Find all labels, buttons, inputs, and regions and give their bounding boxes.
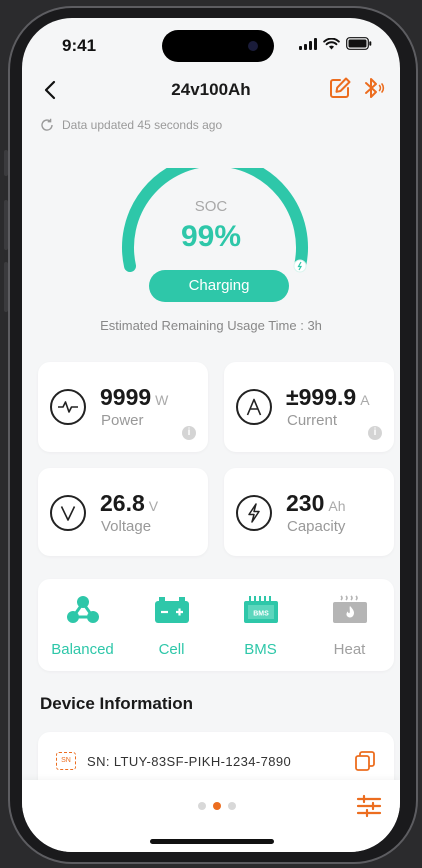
serial-number-icon: SN: [56, 752, 76, 770]
header: 24v100Ah: [22, 72, 400, 112]
page-dot[interactable]: [228, 802, 236, 810]
mute-switch: [4, 150, 8, 176]
current-icon: [236, 389, 272, 425]
page-indicator[interactable]: [198, 802, 236, 810]
serial-number-text: SN: LTUY-83SF-PIKH-1234-7890: [87, 754, 292, 769]
bluetooth-icon: [365, 78, 385, 98]
remaining-time-text: Estimated Remaining Usage Time : 3h: [100, 318, 322, 333]
current-value-row: ±999.9 A: [286, 384, 370, 411]
voltage-unit: V: [148, 498, 159, 514]
function-panel: Balanced Cell BMS BMS Heat: [38, 579, 394, 671]
device-info-title: Device Information: [40, 694, 194, 713]
func-cell-label: Cell: [158, 641, 185, 658]
status-bar: 9:41: [22, 18, 400, 72]
current-card[interactable]: ±999.9 A Current i: [224, 362, 394, 452]
bottom-bar: [22, 780, 400, 852]
capacity-card[interactable]: 230 Ah Capacity: [224, 468, 394, 556]
voltage-card[interactable]: 26.8 V Voltage: [38, 468, 208, 556]
voltage-value-row: 26.8 V: [100, 490, 158, 517]
dynamic-island: [162, 30, 274, 62]
home-indicator[interactable]: [150, 839, 274, 844]
svg-text:BMS: BMS: [253, 611, 269, 618]
power-card[interactable]: 9999 W Power i: [38, 362, 208, 452]
page-dot-active[interactable]: [213, 802, 221, 810]
func-bms[interactable]: BMS BMS: [216, 579, 305, 671]
capacity-icon: [236, 495, 272, 531]
bluetooth-button[interactable]: [362, 76, 386, 105]
data-updated-row: Data updated 45 seconds ago: [40, 118, 222, 132]
func-bms-label: BMS: [244, 641, 277, 658]
charging-status-badge: Charging: [149, 270, 289, 302]
signal-icon: [299, 37, 317, 50]
battery-icon: [346, 37, 372, 50]
status-time: 9:41: [62, 36, 97, 55]
voltage-value: 26.8: [100, 490, 145, 516]
copy-icon[interactable]: [354, 750, 376, 772]
heat-icon: [332, 595, 367, 623]
capacity-value-row: 230 Ah: [286, 490, 346, 517]
settings-sliders-icon[interactable]: [356, 794, 382, 818]
capacity-label: Capacity: [287, 518, 346, 535]
app-screen: 9:41 24v100Ah Data updated 45 seconds ag…: [22, 18, 400, 852]
capacity-value: 230: [286, 490, 325, 516]
voltage-label: Voltage: [101, 518, 152, 535]
power-icon: [50, 389, 86, 425]
func-cell[interactable]: Cell: [127, 579, 216, 671]
power-unit: W: [155, 392, 169, 408]
current-info-icon[interactable]: i: [368, 426, 382, 440]
current-label: Current: [287, 412, 338, 429]
power-value-row: 9999 W: [100, 384, 168, 411]
data-updated-text: Data updated 45 seconds ago: [62, 118, 223, 132]
balanced-icon: [66, 596, 99, 623]
bms-icon: BMS: [243, 596, 278, 623]
volume-down-button: [4, 262, 8, 312]
edit-button[interactable]: [328, 76, 352, 105]
func-heat-label: Heat: [333, 641, 366, 658]
power-info-icon[interactable]: i: [182, 426, 196, 440]
edit-icon: [330, 77, 351, 98]
soc-label: SOC: [194, 198, 228, 215]
camera-icon: [248, 41, 258, 51]
current-unit: A: [360, 392, 370, 408]
voltage-icon: [50, 495, 86, 531]
capacity-unit: Ah: [328, 498, 346, 514]
current-value: ±999.9: [286, 384, 357, 410]
volume-up-button: [4, 200, 8, 250]
status-icons: [299, 37, 372, 50]
func-balanced-label: Balanced: [51, 641, 114, 658]
func-balanced[interactable]: Balanced: [38, 579, 127, 671]
wifi-icon: [323, 37, 340, 49]
refresh-icon[interactable]: [40, 118, 54, 132]
power-value: 9999: [100, 384, 152, 410]
func-heat[interactable]: Heat: [305, 579, 394, 671]
page-dot[interactable]: [198, 802, 206, 810]
cell-icon: [154, 597, 189, 623]
soc-value: 99%: [180, 220, 242, 253]
power-label: Power: [101, 412, 144, 429]
